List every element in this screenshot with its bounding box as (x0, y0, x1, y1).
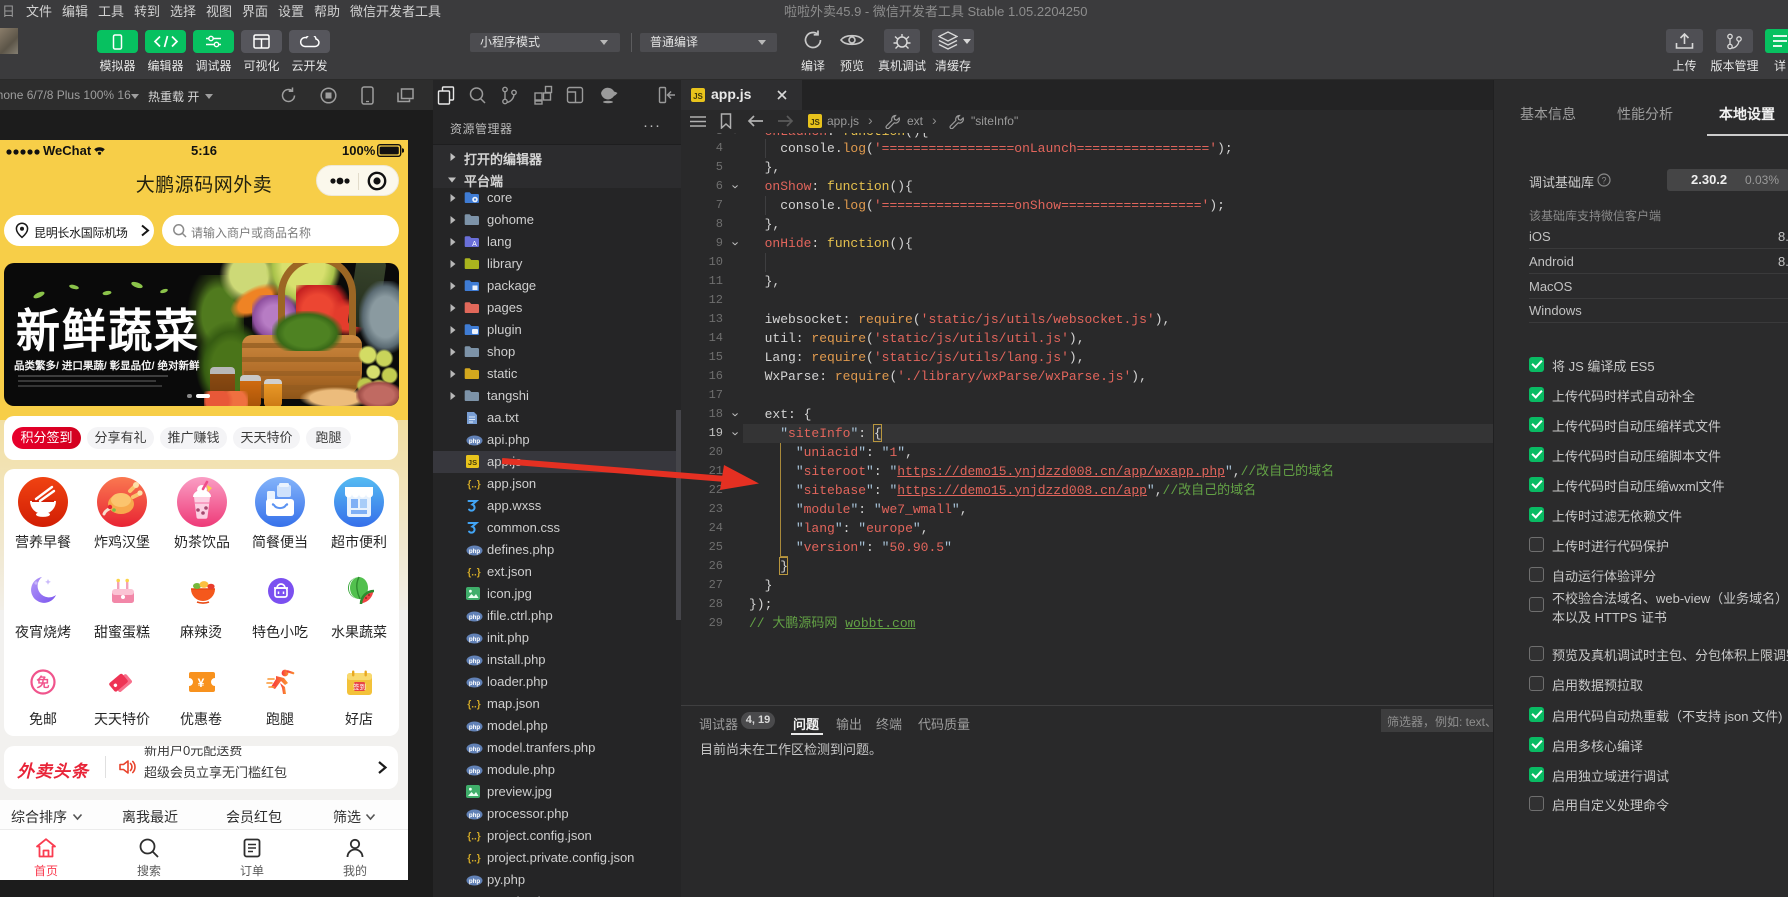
svg-text:{..}: {..} (467, 854, 480, 865)
svg-text:{..}: {..} (467, 480, 480, 491)
svg-text:{..}: {..} (467, 700, 480, 711)
svg-text:php: php (469, 746, 481, 753)
svg-text:A: A (472, 241, 477, 248)
svg-text:{..}: {..} (467, 832, 480, 843)
svg-text:php: php (469, 812, 481, 819)
svg-text:JS: JS (468, 458, 477, 467)
svg-text:php: php (469, 658, 481, 665)
svg-text:php: php (469, 878, 481, 885)
svg-text:php: php (469, 438, 481, 445)
svg-text:php: php (469, 636, 481, 643)
svg-text:¥: ¥ (198, 676, 205, 690)
svg-text:免: 免 (36, 675, 49, 690)
svg-text:php: php (469, 724, 481, 731)
svg-text:php: php (469, 614, 481, 621)
svg-text:php: php (469, 768, 481, 775)
svg-text:php: php (469, 548, 481, 555)
svg-text:php: php (469, 680, 481, 687)
svg-text:?: ? (1601, 176, 1606, 186)
svg-text:签到: 签到 (353, 682, 366, 691)
svg-text:{..}: {..} (467, 568, 480, 579)
svg-text:JS: JS (693, 92, 703, 101)
svg-text:JS: JS (810, 118, 820, 127)
